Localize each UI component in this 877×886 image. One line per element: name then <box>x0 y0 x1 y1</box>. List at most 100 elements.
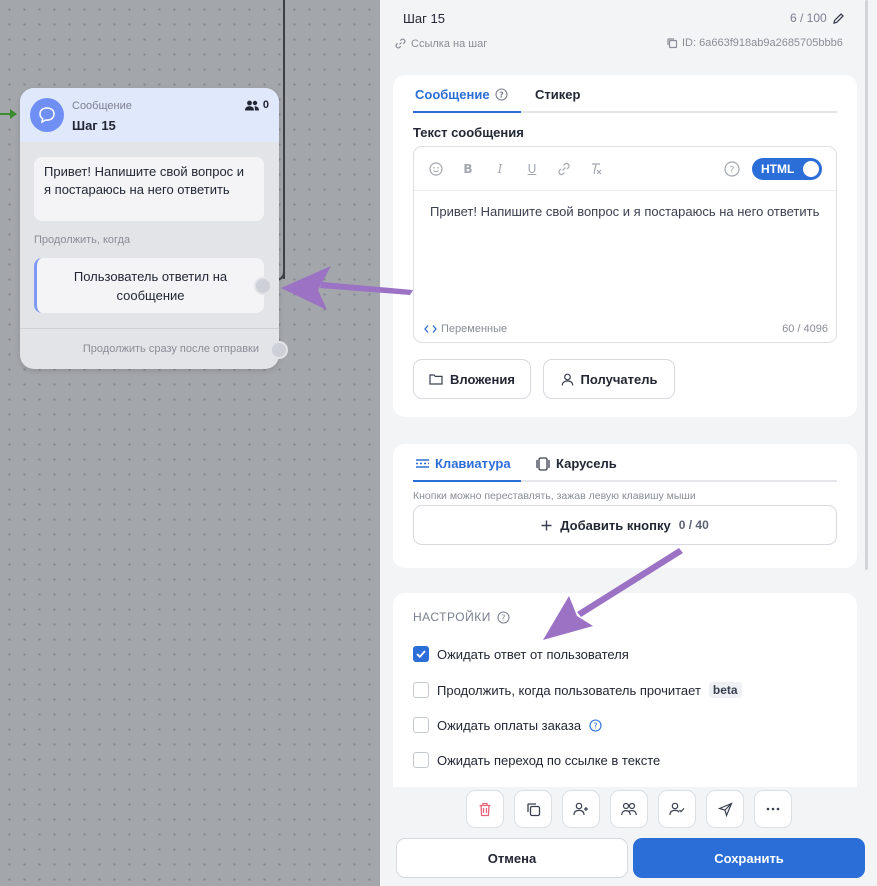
node-type-label: Сообщение <box>72 100 132 112</box>
trash-icon <box>479 802 491 816</box>
step-name-field[interactable]: Шаг 15 <box>403 11 445 26</box>
step-id[interactable]: ID: 6a663f918ab9a2685705bbb6 <box>666 37 843 49</box>
user-check-button[interactable] <box>658 790 696 828</box>
pencil-icon[interactable] <box>832 12 845 25</box>
svg-text:?: ? <box>499 90 504 99</box>
node-after-send-label: Продолжить сразу после отправки <box>82 343 259 355</box>
svg-text:?: ? <box>730 166 735 176</box>
duplicate-button[interactable] <box>514 790 552 828</box>
attachments-button[interactable]: Вложения <box>413 359 531 399</box>
incoming-arrow-icon <box>0 109 17 119</box>
message-editor[interactable]: B I U ? HTML Привет! Напишите свой вопро… <box>413 146 837 343</box>
keyboard-card: Клавиатура Карусель Кнопки можно переста… <box>393 444 857 568</box>
setting-continue-on-read[interactable]: Продолжить, когда пользователь прочитает… <box>413 682 742 698</box>
step-id-value: ID: 6a663f918ab9a2685705bbb6 <box>682 37 843 49</box>
connector-line <box>283 0 285 279</box>
code-icon <box>424 325 437 333</box>
checkbox-checked[interactable] <box>413 646 429 662</box>
recipient-button[interactable]: Получатель <box>543 359 675 399</box>
help-icon[interactable]: ? <box>495 88 508 101</box>
step-link-label: Ссылка на шаг <box>411 37 488 50</box>
checkbox[interactable] <box>413 752 429 768</box>
plus-icon <box>541 520 552 530</box>
flow-canvas[interactable]: Сообщение Шаг 15 0 Привет! Напишите свой… <box>0 0 380 886</box>
help-icon[interactable]: ? <box>589 718 602 732</box>
group-users-button[interactable] <box>610 790 648 828</box>
variables-link[interactable]: Переменные <box>424 323 507 335</box>
send-button[interactable] <box>706 790 744 828</box>
checkbox[interactable] <box>413 682 429 698</box>
tab-keyboard[interactable]: Клавиатура <box>415 456 511 478</box>
buttons-hint: Кнопки можно переставлять, зажав левую к… <box>413 490 696 502</box>
active-tab-underline <box>413 111 521 113</box>
tab-message[interactable]: Сообщение ? <box>415 87 508 109</box>
bold-icon[interactable]: B <box>460 161 476 177</box>
add-user-button[interactable] <box>562 790 600 828</box>
users-icon <box>244 100 259 110</box>
cancel-button[interactable]: Отмена <box>396 838 628 878</box>
add-button-count: 0 / 40 <box>678 518 709 532</box>
message-card: Сообщение ? Стикер Текст сообщения B I U… <box>393 75 857 417</box>
user-icon <box>561 373 573 386</box>
after-send-output-port[interactable] <box>270 341 288 359</box>
checkmark-icon <box>416 650 426 658</box>
underline-icon[interactable]: U <box>524 161 540 177</box>
tab-carousel[interactable]: Карусель <box>535 456 617 478</box>
italic-icon[interactable]: I <box>492 161 508 177</box>
folder-icon <box>429 374 443 385</box>
char-counter: 60 / 4096 <box>782 323 828 335</box>
message-text-label: Текст сообщения <box>413 125 524 140</box>
send-icon <box>717 801 733 817</box>
settings-title: НАСТРОЙКИ ? <box>413 610 510 624</box>
copy-icon <box>526 802 540 816</box>
step-name-count: 6 / 100 <box>790 11 827 25</box>
html-toggle[interactable]: HTML <box>752 158 822 180</box>
user-check-icon <box>669 802 685 816</box>
tab-sticker[interactable]: Стикер <box>535 87 580 109</box>
condition-output-port[interactable] <box>254 277 272 295</box>
delete-button[interactable] <box>466 790 504 828</box>
more-button[interactable] <box>754 790 792 828</box>
variables-label: Переменные <box>441 323 508 335</box>
save-button[interactable]: Сохранить <box>633 838 865 878</box>
editor-toolbar: B I U ? HTML <box>414 147 836 191</box>
step-link[interactable]: Ссылка на шаг <box>394 37 487 50</box>
setting-label: Ожидать переход по ссылке в тексте <box>437 752 661 768</box>
add-keyboard-button[interactable]: Добавить кнопку 0 / 40 <box>413 505 837 545</box>
node-message-text: Привет! Напишите свой вопрос и я постара… <box>34 157 264 221</box>
editor-content[interactable]: Привет! Напишите свой вопрос и я постара… <box>430 203 820 221</box>
link-format-icon[interactable] <box>556 161 572 177</box>
setting-wait-payment[interactable]: Ожидать оплаты заказа ? <box>413 717 602 733</box>
setting-label: Ожидать оплаты заказа <box>437 717 582 733</box>
setting-wait-link-click[interactable]: Ожидать переход по ссылке в тексте <box>413 752 660 768</box>
checkbox[interactable] <box>413 717 429 733</box>
keyboard-tabs: Клавиатура Карусель <box>413 452 837 482</box>
add-button-label: Добавить кнопку <box>560 517 671 533</box>
help-icon[interactable]: ? <box>724 161 740 177</box>
settings-title-label: НАСТРОЙКИ <box>413 610 491 624</box>
node-continue-label: Продолжить, когда <box>34 234 131 246</box>
message-bubble-icon <box>30 98 64 132</box>
emoji-icon[interactable] <box>428 161 444 177</box>
tab-message-label: Сообщение <box>415 87 490 102</box>
message-tabs: Сообщение ? Стикер <box>413 83 837 113</box>
setting-label: Ожидать ответ от пользователя <box>437 646 629 662</box>
node-condition[interactable]: Пользователь ответил на сообщение <box>34 258 264 313</box>
recipient-label: Получатель <box>580 371 658 387</box>
user-plus-icon <box>573 802 588 816</box>
help-icon[interactable]: ? <box>497 610 510 624</box>
flow-node-message[interactable]: Сообщение Шаг 15 0 Привет! Напишите свой… <box>20 88 279 369</box>
beta-badge: beta <box>708 682 742 698</box>
node-users-counter: 0 <box>244 99 269 111</box>
node-divider <box>20 328 279 329</box>
clear-format-icon[interactable] <box>588 161 604 177</box>
panel-scrollbar[interactable] <box>865 0 868 570</box>
link-icon <box>395 38 406 49</box>
node-header: Сообщение Шаг 15 0 <box>20 88 279 142</box>
toggle-knob <box>803 161 819 177</box>
active-tab-underline <box>413 480 521 482</box>
step-settings-panel: Шаг 15 6 / 100 Ссылка на шаг ID: 6a663f9… <box>380 0 877 886</box>
step-name-counter: 6 / 100 <box>790 11 845 25</box>
setting-wait-reply[interactable]: Ожидать ответ от пользователя <box>413 646 629 662</box>
tab-keyboard-label: Клавиатура <box>435 456 511 471</box>
